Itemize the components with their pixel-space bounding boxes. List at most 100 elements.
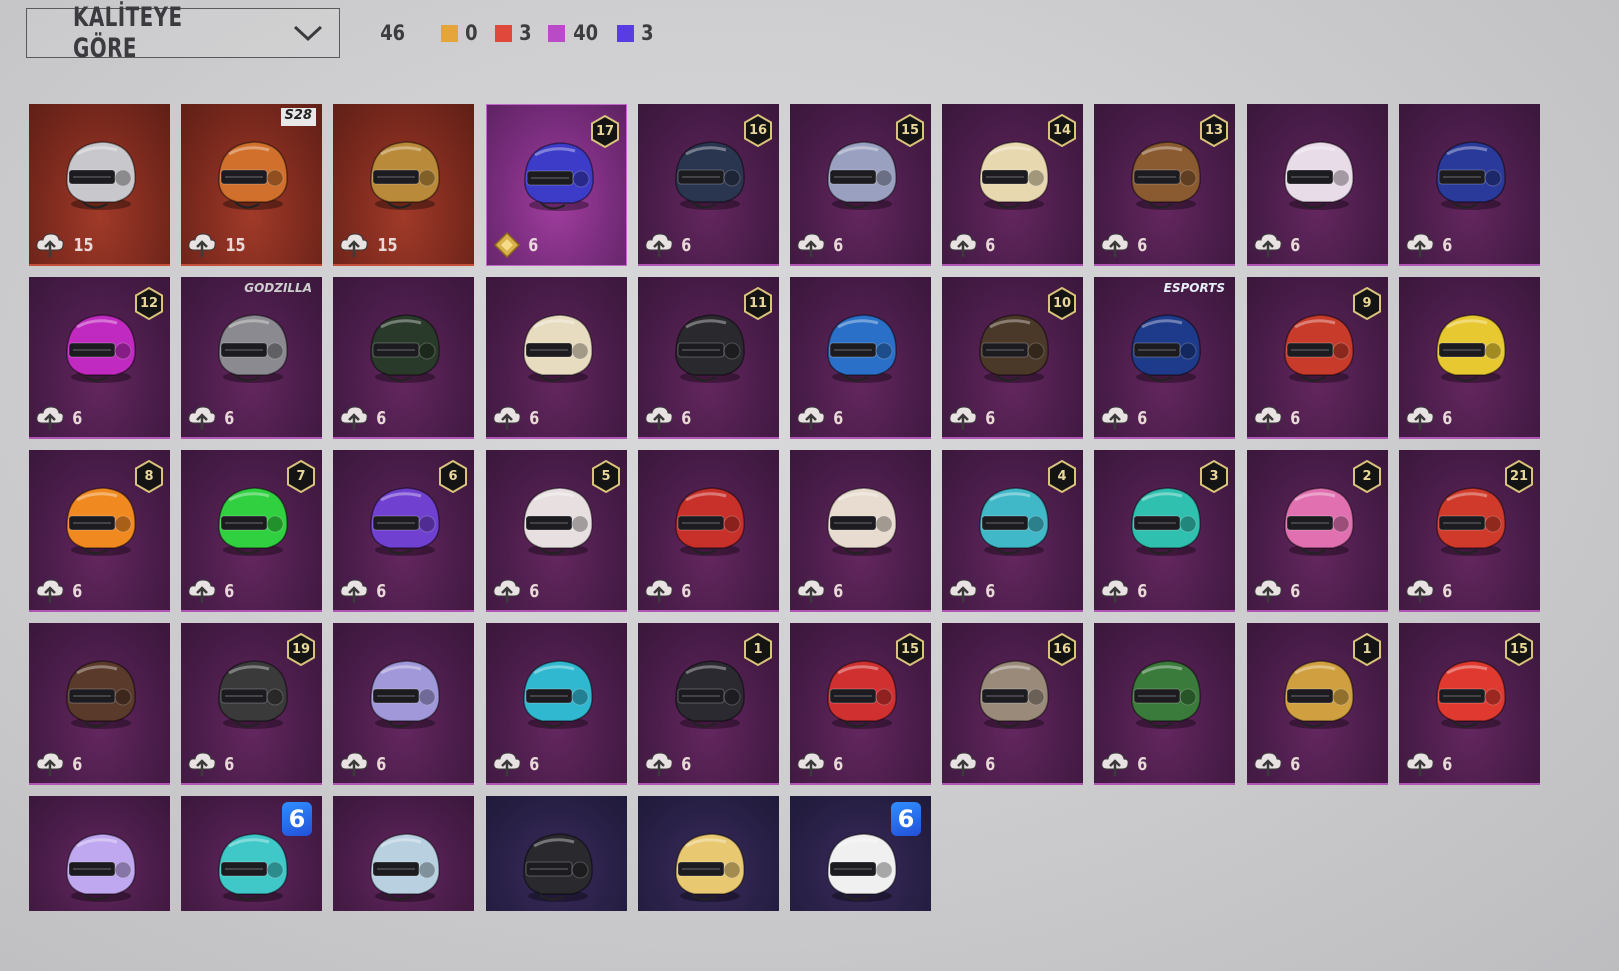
helmet-item-card[interactable]: 11 6 — [638, 277, 779, 439]
cost-value: 6 — [681, 407, 692, 429]
item-cost: 6 — [1100, 751, 1149, 777]
helmet-icon — [827, 660, 897, 729]
helmet-item-card[interactable]: 15 6 — [790, 104, 931, 266]
helmet-item-card[interactable] — [29, 796, 170, 911]
helmet-item-card[interactable]: 6 — [790, 450, 931, 612]
cost-value: 6 — [224, 580, 235, 602]
helmet-item-card[interactable]: GODZILLA 6 — [181, 277, 322, 439]
cost-value: 6 — [1137, 234, 1148, 256]
item-cost: 6 — [1405, 232, 1454, 258]
cloud-upgrade-icon — [340, 233, 368, 257]
level-badge-number: 3 — [1209, 469, 1219, 484]
helmet-icon — [675, 833, 745, 902]
rarity-count-value: 40 — [573, 21, 599, 45]
cost-value: 6 — [1290, 234, 1301, 256]
helmet-item-card[interactable]: 19 6 — [181, 623, 322, 785]
purple-rarity-swatch — [548, 24, 566, 42]
helmet-item-card[interactable]: 17 6 — [486, 104, 627, 266]
helmet-item-card[interactable]: 21 6 — [1399, 450, 1540, 612]
cloud-upgrade-icon — [797, 233, 825, 257]
helmet-item-card[interactable]: 6 — [333, 623, 474, 785]
helmet-icon — [1131, 487, 1201, 556]
helmet-item-card[interactable]: 26 — [1247, 450, 1388, 612]
level-badge-number: 5 — [601, 469, 611, 484]
helmet-item-card[interactable]: 15 — [333, 104, 474, 266]
helmet-item-card[interactable]: 6 — [486, 623, 627, 785]
cost-value: 6 — [1442, 580, 1453, 602]
helmet-item-card[interactable]: 16 6 — [942, 623, 1083, 785]
helmet-item-card[interactable] — [333, 796, 474, 911]
helmet-icon — [523, 314, 593, 383]
cloud-upgrade-icon — [36, 233, 64, 257]
item-cost: 6 — [1405, 578, 1454, 604]
sort-dropdown-label: KALİTEYE GÖRE — [73, 2, 183, 64]
cloud-upgrade-icon — [340, 752, 368, 776]
rarity-count-purple: 40 — [548, 21, 600, 45]
rarity-count-value: 3 — [518, 21, 532, 45]
helmet-item-card[interactable]: 6 — [1399, 104, 1540, 266]
helmet-item-card[interactable]: 6 — [790, 796, 931, 911]
level-badge-number: 12 — [139, 296, 159, 311]
helmet-item-card[interactable] — [486, 796, 627, 911]
helmet-item-card[interactable]: 6 — [1094, 623, 1235, 785]
helmet-icon — [979, 487, 1049, 556]
helmet-item-card[interactable]: 76 — [181, 450, 322, 612]
rarity-count-blue: 3 — [616, 21, 655, 45]
cloud-upgrade-icon — [36, 579, 64, 603]
helmet-item-card[interactable]: 46 — [942, 450, 1083, 612]
helmet-item-card[interactable]: 6 — [486, 277, 627, 439]
helmet-item-card[interactable]: 15 6 — [1399, 623, 1540, 785]
helmet-item-card[interactable]: 66 — [333, 450, 474, 612]
helmet-item-card[interactable]: 15 — [29, 104, 170, 266]
helmet-item-card[interactable]: ESPORTS 6 — [1094, 277, 1235, 439]
helmet-item-card[interactable]: 14 6 — [942, 104, 1083, 266]
item-cost: 6 — [948, 405, 997, 431]
item-cost: 6 — [1253, 751, 1302, 777]
cloud-upgrade-icon — [1101, 233, 1129, 257]
cost-value: 6 — [1442, 234, 1453, 256]
helmet-item-card[interactable]: 6 — [181, 796, 322, 911]
helmet-item-card[interactable]: 6 — [29, 623, 170, 785]
cloud-upgrade-icon — [797, 752, 825, 776]
helmet-icon — [218, 487, 288, 556]
cloud-upgrade-icon — [645, 752, 673, 776]
cost-value: 6 — [985, 234, 996, 256]
cost-value: 6 — [528, 234, 539, 256]
cloud-upgrade-icon — [1406, 579, 1434, 603]
cost-value: 6 — [376, 407, 387, 429]
cost-value: 6 — [224, 753, 235, 775]
season-badge: 6 — [282, 802, 312, 836]
helmet-item-card[interactable]: 6 — [1399, 277, 1540, 439]
helmet-item-card[interactable]: 16 — [638, 623, 779, 785]
rarity-count-value: 0 — [465, 21, 478, 45]
helmet-item-card[interactable]: 96 — [1247, 277, 1388, 439]
cost-value: 6 — [681, 580, 692, 602]
helmet-item-card[interactable] — [638, 796, 779, 911]
helmet-item-card[interactable]: 10 6 — [942, 277, 1083, 439]
helmet-item-card[interactable]: 16 — [1247, 623, 1388, 785]
level-badge-number: 15 — [1509, 642, 1529, 657]
helmet-icon — [827, 314, 897, 383]
item-cost: 6 — [187, 405, 236, 431]
helmet-item-card[interactable]: 36 — [1094, 450, 1235, 612]
helmet-item-card[interactable]: 56 — [486, 450, 627, 612]
helmet-item-card[interactable]: 12 6 — [29, 277, 170, 439]
helmet-item-card[interactable]: 6 — [333, 277, 474, 439]
collab-tag: GODZILLA — [244, 281, 312, 295]
helmet-item-card[interactable]: 15 6 — [790, 623, 931, 785]
chevron-down-icon — [294, 25, 323, 42]
rarity-count-gold: 0 — [441, 21, 479, 45]
helmet-icon — [1131, 660, 1201, 729]
helmet-item-card[interactable]: 6 — [1247, 104, 1388, 266]
level-badge-number: 14 — [1052, 123, 1072, 138]
cost-value: 6 — [833, 753, 844, 775]
helmet-item-card[interactable]: 6 — [790, 277, 931, 439]
sort-by-quality-dropdown[interactable]: KALİTEYE GÖRE — [26, 2, 340, 64]
helmet-item-card[interactable]: 13 6 — [1094, 104, 1235, 266]
helmet-item-card[interactable]: 16 6 — [638, 104, 779, 266]
helmet-item-card[interactable]: 6 — [638, 450, 779, 612]
level-badge-number: 15 — [900, 642, 920, 657]
helmet-item-card[interactable]: 86 — [29, 450, 170, 612]
helmet-item-card[interactable]: S28 15 — [181, 104, 322, 266]
cloud-upgrade-icon — [493, 406, 521, 430]
